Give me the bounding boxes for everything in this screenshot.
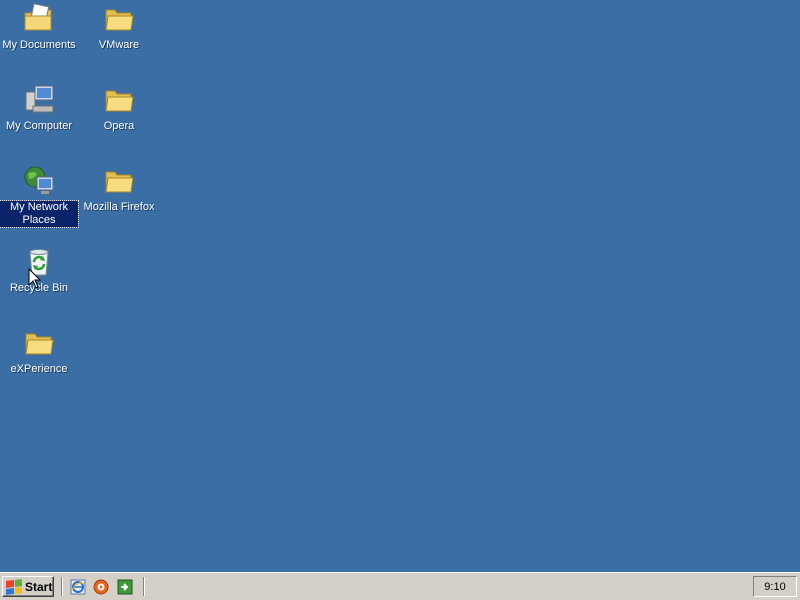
system-tray-clock[interactable]: 9:10	[753, 576, 797, 597]
my-documents-icon	[22, 2, 56, 36]
desktop-icon-label: Opera	[103, 120, 135, 132]
folder-icon	[102, 164, 136, 198]
desktop-icon-vmware[interactable]: VMware	[80, 2, 158, 52]
folder-icon	[102, 2, 136, 36]
internet-explorer-icon	[70, 579, 86, 595]
start-label: Start	[25, 579, 53, 594]
taskbar-separator	[61, 577, 63, 596]
start-button[interactable]: Start	[2, 576, 54, 597]
folder-icon	[102, 83, 136, 117]
quick-launch-media-player[interactable]	[92, 578, 110, 596]
quick-launch-show-desktop[interactable]	[116, 578, 134, 596]
clock-time: 9:10	[764, 580, 786, 593]
computer-icon	[22, 83, 56, 117]
folder-icon	[22, 326, 56, 360]
desktop-icon-label: My Documents	[2, 39, 76, 51]
quick-launch-internet-explorer[interactable]	[69, 578, 87, 596]
desktop[interactable]: My Documents VMware My Computer Opera My…	[0, 0, 800, 572]
desktop-icon-my-documents[interactable]: My Documents	[0, 2, 78, 52]
desktop-icon-my-computer[interactable]: My Computer	[0, 83, 78, 133]
taskbar-separator	[143, 577, 145, 596]
desktop-icon-label: My Network Places	[0, 200, 79, 228]
desktop-icon-mozilla-firefox[interactable]: Mozilla Firefox	[80, 164, 158, 214]
desktop-icon-label: My Computer	[5, 120, 73, 132]
taskbar: Start 9:10	[0, 572, 800, 600]
windows-logo-icon	[6, 578, 22, 595]
desktop-icon-experience[interactable]: eXPerience	[0, 326, 78, 376]
show-desktop-icon	[117, 579, 133, 595]
desktop-icon-my-network-places[interactable]: My Network Places	[0, 164, 79, 228]
desktop-icon-label: Mozilla Firefox	[83, 201, 155, 213]
desktop-icon-opera[interactable]: Opera	[80, 83, 158, 133]
desktop-icon-label: eXPerience	[10, 363, 68, 375]
network-places-icon	[22, 164, 56, 198]
media-player-icon	[93, 579, 109, 595]
desktop-icon-label: VMware	[98, 39, 140, 51]
mouse-cursor-icon	[28, 268, 42, 289]
